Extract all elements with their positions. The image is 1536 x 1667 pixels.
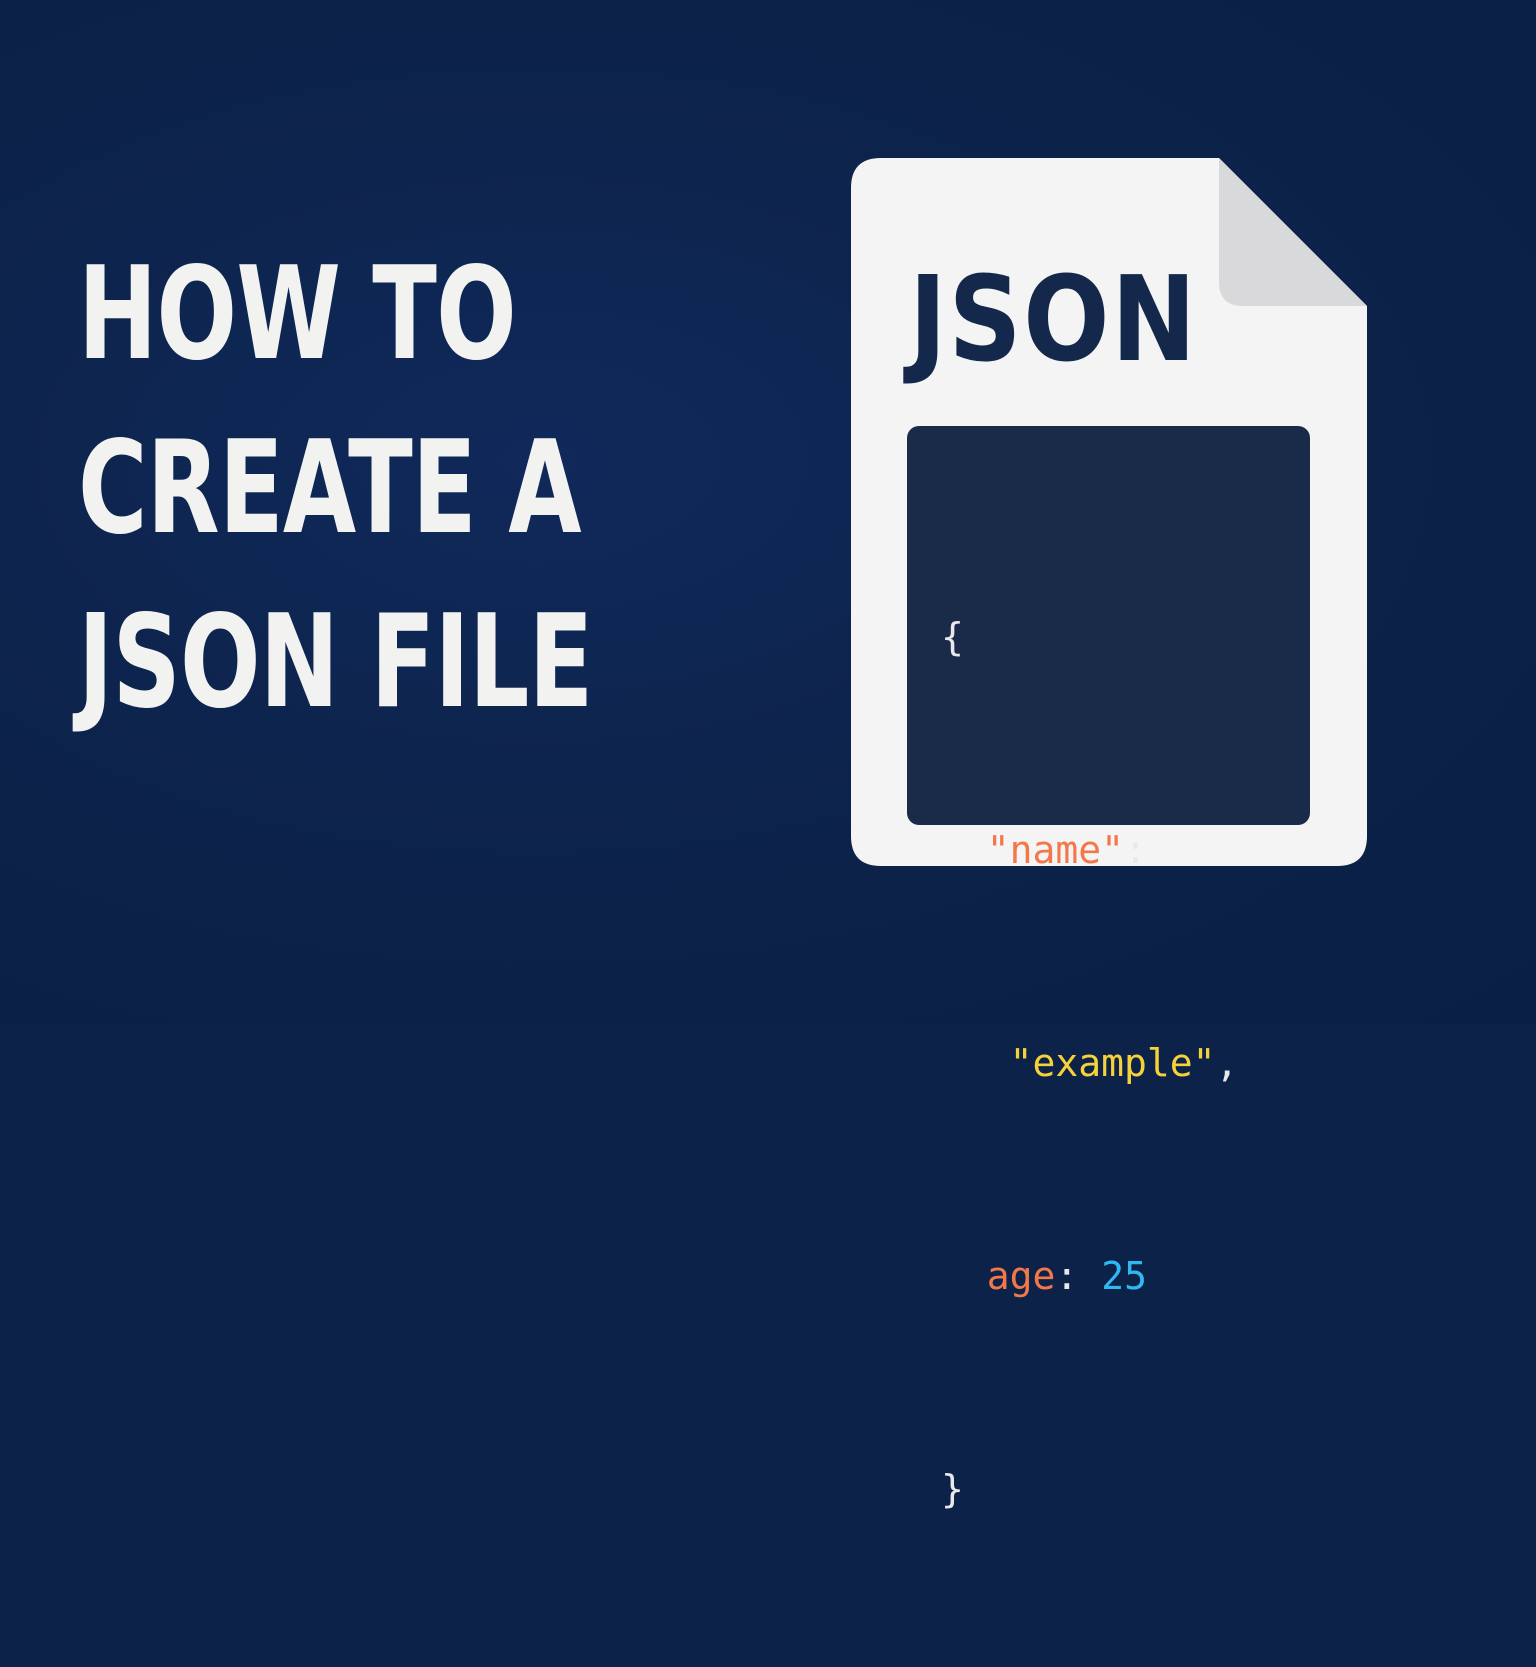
name-key: "name" bbox=[986, 828, 1125, 872]
name-value: "example" bbox=[1009, 1041, 1216, 1085]
json-file-icon: JSON { "name": "example", age: 25 } bbox=[851, 158, 1367, 1511]
age-key: age bbox=[986, 1254, 1056, 1298]
age-value: 25 bbox=[1101, 1254, 1147, 1298]
close-brace: } bbox=[941, 1467, 964, 1511]
name-comma: , bbox=[1215, 1041, 1239, 1085]
code-line-3: "example", bbox=[941, 1028, 1239, 1099]
headline-line-3: JSON FILE bbox=[78, 588, 593, 737]
age-colon: : bbox=[1055, 1254, 1079, 1298]
headline-line-2: CREATE A bbox=[78, 414, 582, 563]
headline-line-1: HOW TO bbox=[78, 240, 517, 389]
code-line-1: { bbox=[941, 602, 1238, 673]
name-colon: : bbox=[1124, 828, 1147, 872]
code-line-2: "name": bbox=[941, 815, 1238, 886]
code-snippet: { "name": "example", age: 25 } bbox=[941, 460, 1238, 1667]
open-brace: { bbox=[941, 615, 964, 659]
background: HOW TO CREATE A JSON FILE JSON { "name":… bbox=[0, 0, 1536, 1511]
file-type-label: JSON bbox=[909, 250, 1198, 388]
code-line-5: } bbox=[941, 1454, 1238, 1525]
file-page-fold bbox=[1219, 158, 1367, 306]
headline: HOW TO CREATE A JSON FILE bbox=[78, 228, 593, 750]
code-line-4: age: 25 bbox=[941, 1241, 1238, 1312]
code-panel: { "name": "example", age: 25 } bbox=[907, 426, 1310, 1511]
